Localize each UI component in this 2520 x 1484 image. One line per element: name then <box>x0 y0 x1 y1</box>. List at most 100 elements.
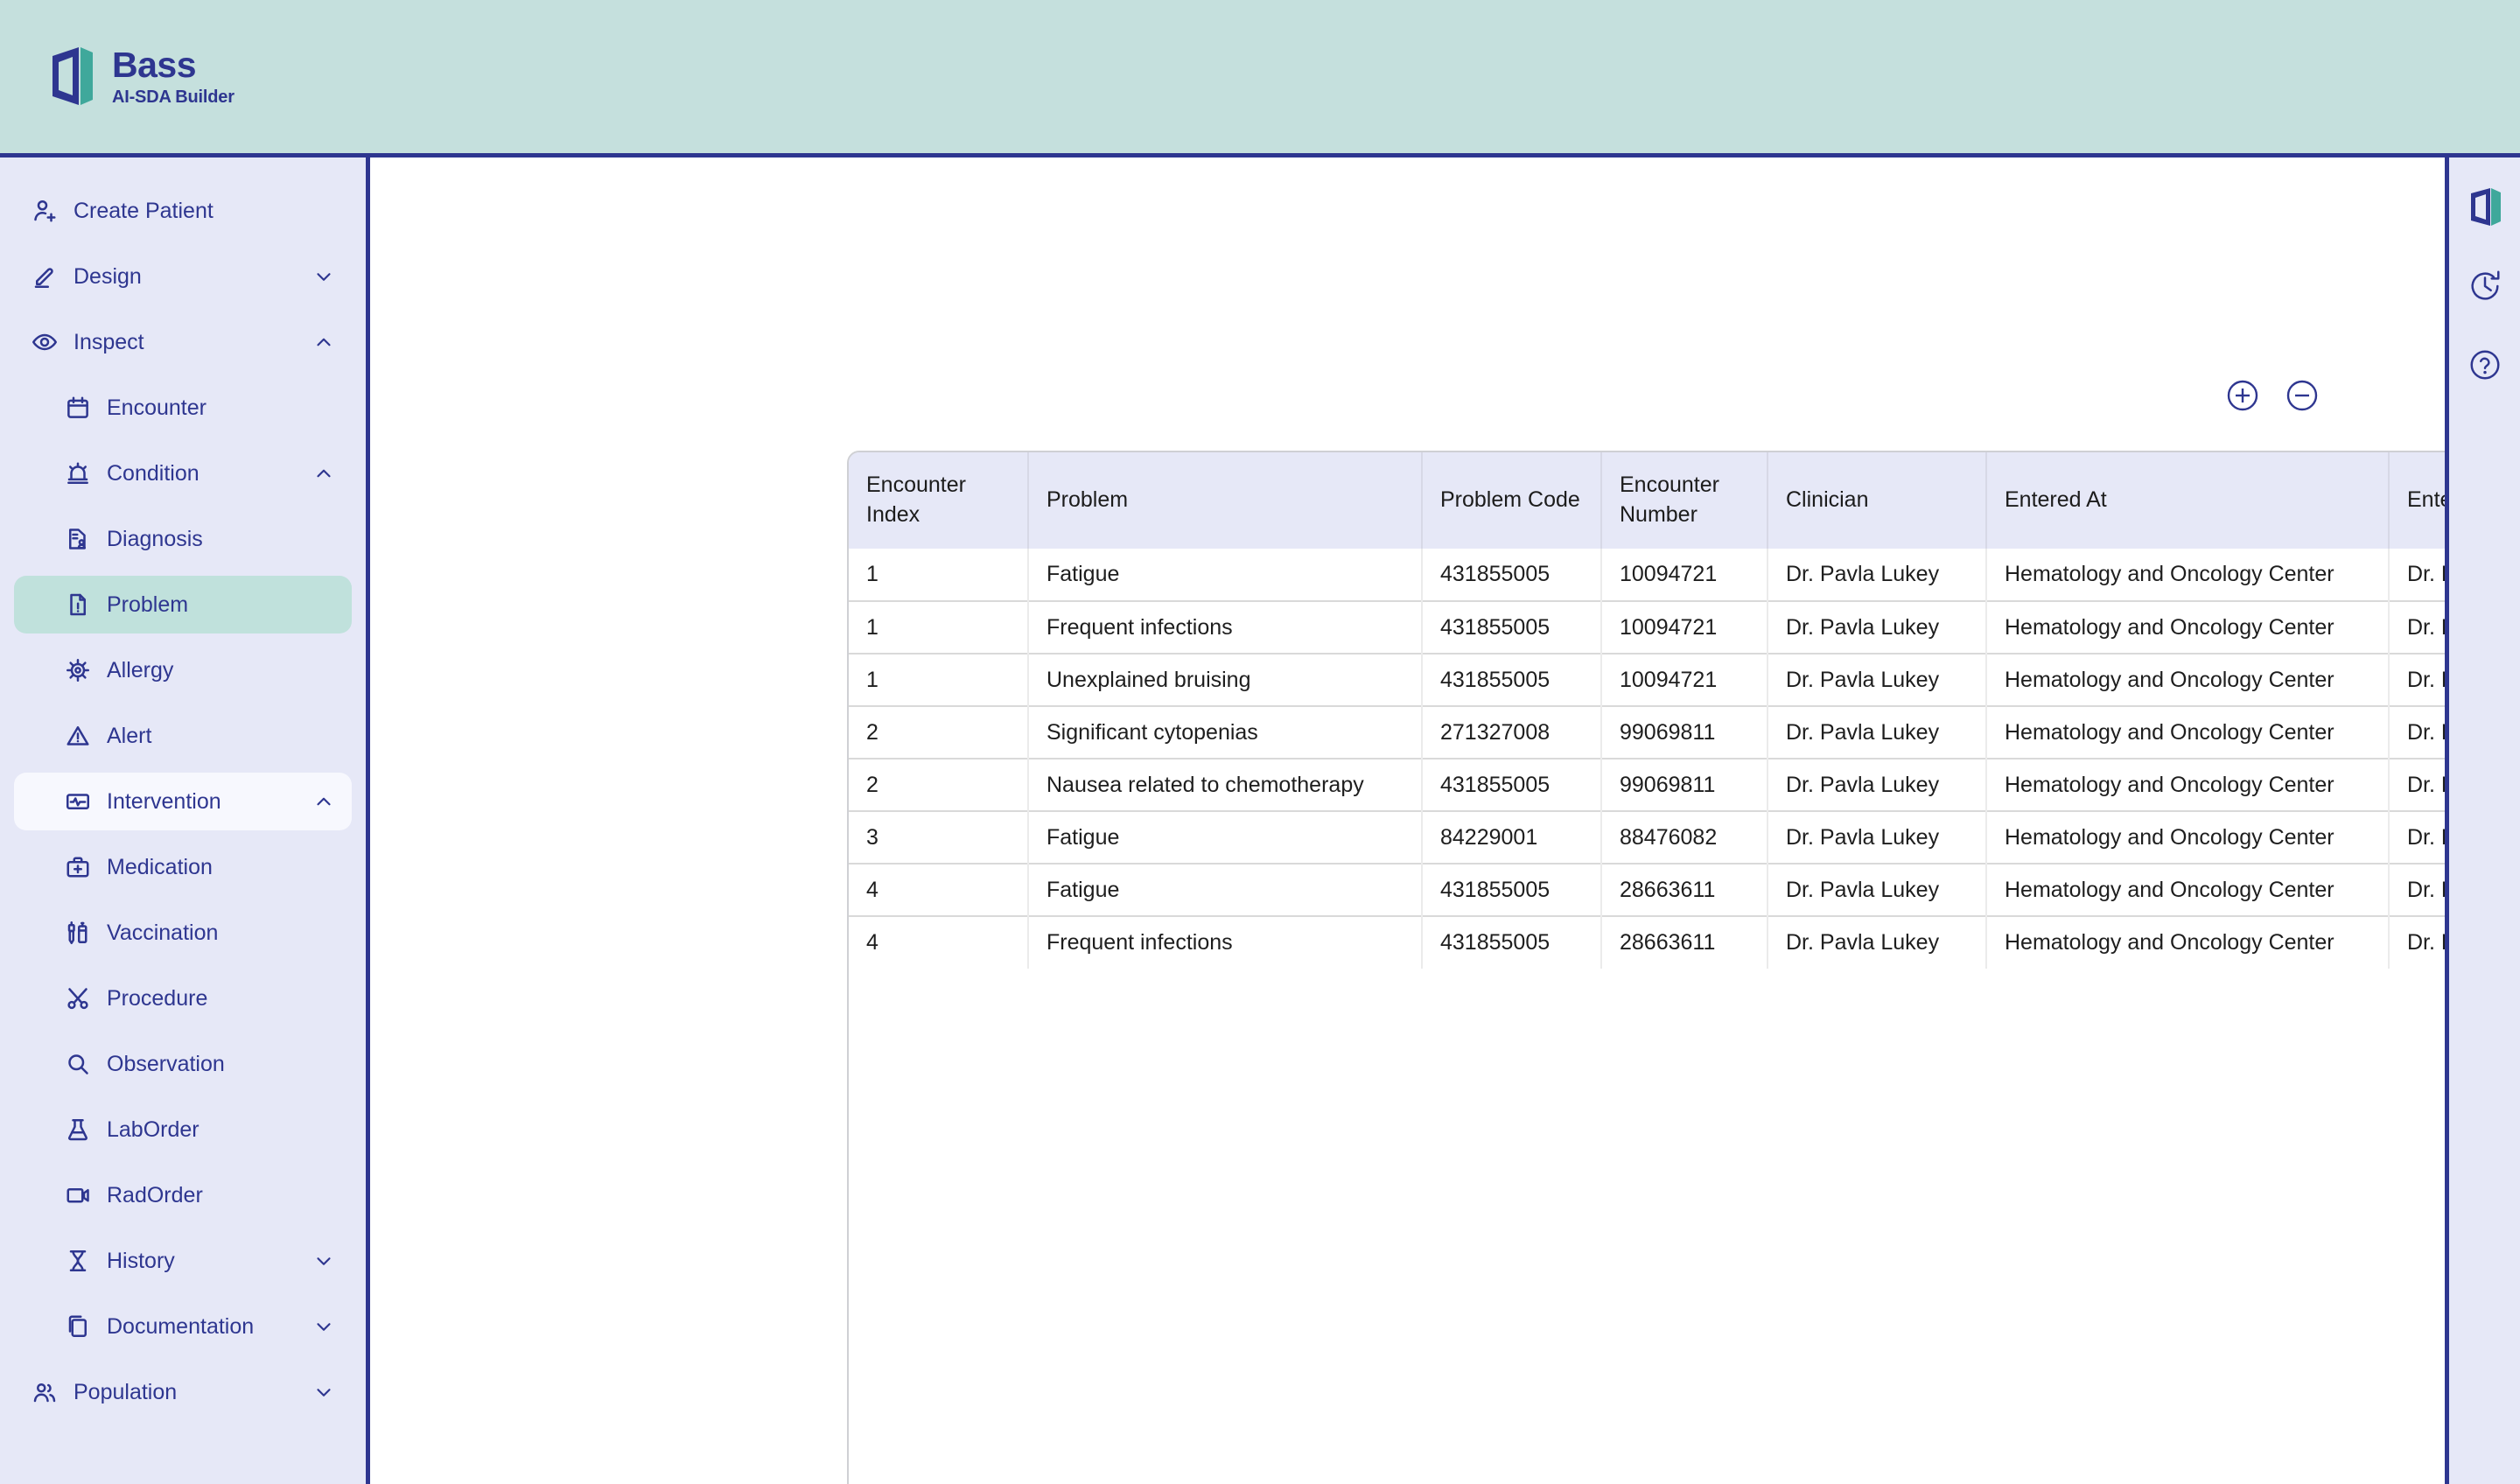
table-row[interactable]: 2 Significant cytopenias 271327008 99069811… <box>849 705 2445 759</box>
sidebar-item-label: Create Patient <box>74 198 214 223</box>
cell-problem-code: 431855005 <box>1422 653 1602 706</box>
sidebar-item-medication[interactable]: Medication <box>14 838 352 896</box>
sidebar-item-laborder[interactable]: LabOrder <box>14 1101 352 1158</box>
chevron-up-icon[interactable] <box>312 789 336 814</box>
help-circle-icon[interactable] <box>2466 343 2504 387</box>
sidebar-item-design[interactable]: Design <box>14 248 352 305</box>
bass-logo-icon[interactable] <box>2466 186 2504 229</box>
cell-problem-code: 84229001 <box>1422 810 1602 864</box>
column-header-encounter-number[interactable]: Encounter Number <box>1601 452 1768 549</box>
document-person-icon <box>63 524 93 554</box>
cell-problem: Frequent infections <box>1028 915 1423 969</box>
sidebar-item-allergy[interactable]: Allergy <box>14 641 352 699</box>
sidebar-item-label: Diagnosis <box>107 526 203 551</box>
column-header-entered-at[interactable]: Entered At <box>1986 452 2390 549</box>
table-scroll-area[interactable]: Encounter Index Problem Problem Code Encoun… <box>849 452 2445 1484</box>
cell-encounter-index: 4 <box>849 863 1029 916</box>
cell-problem-code: 431855005 <box>1422 863 1602 916</box>
hourglass-icon <box>63 1246 93 1276</box>
sidebar-item-encounter[interactable]: Encounter <box>14 379 352 437</box>
sidebar-item-label: Condition <box>107 460 200 486</box>
sidebar-item-spacer <box>312 920 336 945</box>
table-row[interactable]: 2 Nausea related to chemotherapy 431855005… <box>849 758 2445 811</box>
cell-clinician: Dr. Pavla Lukey <box>1768 758 1987 811</box>
sidebar-item-label: LabOrder <box>107 1116 200 1142</box>
minus-circle-icon[interactable] <box>2285 378 2320 413</box>
cell-encounter-index: 3 <box>849 810 1029 864</box>
table-row[interactable]: 1 Fatigue 431855005 10094721 Dr. Pavla Lukey… <box>849 549 2445 601</box>
sidebar-item-spacer <box>312 1183 336 1208</box>
column-header-clinician[interactable]: Clinician <box>1768 452 1987 549</box>
scissors-icon <box>63 984 93 1013</box>
table-row[interactable]: 1 Unexplained bruising 431855005 10094721 Dr… <box>849 653 2445 706</box>
sidebar-item-vaccination[interactable]: Vaccination <box>14 904 352 962</box>
cell-problem: Fatigue <box>1028 810 1423 864</box>
top-brand-bar: Bass AI-SDA Builder <box>0 0 2520 158</box>
chevron-down-icon[interactable] <box>312 1380 336 1404</box>
sidebar-item-observation[interactable]: Observation <box>14 1035 352 1093</box>
cell-entered-by: Dr. Pavla Lukey <box>2389 705 2445 759</box>
column-header-problem[interactable]: Problem <box>1028 452 1423 549</box>
cell-entered-at: Hematology and Oncology Center <box>1986 705 2390 759</box>
cell-problem: Unexplained bruising <box>1028 653 1423 706</box>
cell-problem: Frequent infections <box>1028 600 1423 654</box>
sidebar-item-spacer <box>312 986 336 1011</box>
cell-entered-by: Dr. Pavla Lukey <box>2389 758 2445 811</box>
cell-problem: Nausea related to chemotherapy <box>1028 758 1423 811</box>
cell-entered-by: Dr. Pavla Lukey <box>2389 600 2445 654</box>
chevron-down-icon[interactable] <box>312 1314 336 1339</box>
chevron-down-icon[interactable] <box>312 1249 336 1273</box>
sidebar-item-create-patient[interactable]: Create Patient <box>14 182 352 240</box>
sidebar-item-spacer <box>312 658 336 682</box>
chevron-up-icon[interactable] <box>312 461 336 486</box>
app-root: Bass AI-SDA Builder Create Patient Design… <box>0 0 2520 1484</box>
cell-encounter-index: 1 <box>849 653 1029 706</box>
sidebar-item-history[interactable]: History <box>14 1232 352 1290</box>
sidebar-item-spacer <box>312 1052 336 1076</box>
cell-entered-at: Hematology and Oncology Center <box>1986 915 2390 969</box>
cell-clinician: Dr. Pavla Lukey <box>1768 915 1987 969</box>
cell-encounter-number: 10094721 <box>1601 600 1768 654</box>
sidebar-item-condition[interactable]: Condition <box>14 444 352 502</box>
sidebar-item-spacer <box>312 592 336 617</box>
plus-circle-icon[interactable] <box>2225 378 2260 413</box>
syringe-vial-icon <box>63 918 93 948</box>
sidebar-item-label: Medication <box>107 854 213 879</box>
table-row[interactable]: 4 Frequent infections 431855005 28663611 Dr.… <box>849 915 2445 969</box>
brand-logo[interactable]: Bass AI-SDA Builder <box>49 46 234 108</box>
column-header-problem-code[interactable]: Problem Code <box>1422 452 1602 549</box>
sidebar-item-population[interactable]: Population <box>14 1363 352 1421</box>
sidebar-item-alert[interactable]: Alert <box>14 707 352 765</box>
chevron-up-icon[interactable] <box>312 330 336 354</box>
table-row[interactable]: 4 Fatigue 431855005 28663611 Dr. Pavla Lukey… <box>849 863 2445 916</box>
app-body: Create Patient Design Inspect Encounter Cond… <box>0 158 2520 1484</box>
clipboard-copy-icon <box>63 1312 93 1341</box>
sidebar-item-intervention[interactable]: Intervention <box>14 773 352 830</box>
sidebar-item-diagnosis[interactable]: Diagnosis <box>14 510 352 568</box>
sidebar-item-label: Observation <box>107 1051 225 1076</box>
cell-encounter-index: 2 <box>849 705 1029 759</box>
history-clock-icon[interactable] <box>2466 264 2504 308</box>
cell-entered-at: Hematology and Oncology Center <box>1986 600 2390 654</box>
virus-icon <box>63 655 93 685</box>
sidebar-item-inspect[interactable]: Inspect <box>14 313 352 371</box>
sidebar-item-label: Procedure <box>107 985 208 1011</box>
users-icon <box>30 1377 60 1407</box>
column-header-encounter-index[interactable]: Encounter Index <box>849 452 1029 549</box>
sidebar-item-problem[interactable]: Problem <box>14 576 352 634</box>
eye-icon <box>30 327 60 357</box>
table-row[interactable]: 1 Frequent infections 431855005 10094721 Dr.… <box>849 600 2445 654</box>
sidebar-item-documentation[interactable]: Documentation <box>14 1298 352 1355</box>
cell-clinician: Dr. Pavla Lukey <box>1768 705 1987 759</box>
sidebar-item-spacer <box>312 724 336 748</box>
cell-problem: Significant cytopenias <box>1028 705 1423 759</box>
table-row[interactable]: 3 Fatigue 84229001 88476082 Dr. Pavla Lukey H… <box>849 810 2445 864</box>
cell-entered-at: Hematology and Oncology Center <box>1986 810 2390 864</box>
column-header-entered-by[interactable]: Entered By <box>2389 452 2445 549</box>
bass-book-logo-icon <box>49 46 94 108</box>
cell-problem-code: 431855005 <box>1422 915 1602 969</box>
sidebar-item-procedure[interactable]: Procedure <box>14 970 352 1027</box>
chevron-down-icon[interactable] <box>312 264 336 289</box>
sidebar-item-label: Alert <box>107 723 152 748</box>
sidebar-item-radorder[interactable]: RadOrder <box>14 1166 352 1224</box>
